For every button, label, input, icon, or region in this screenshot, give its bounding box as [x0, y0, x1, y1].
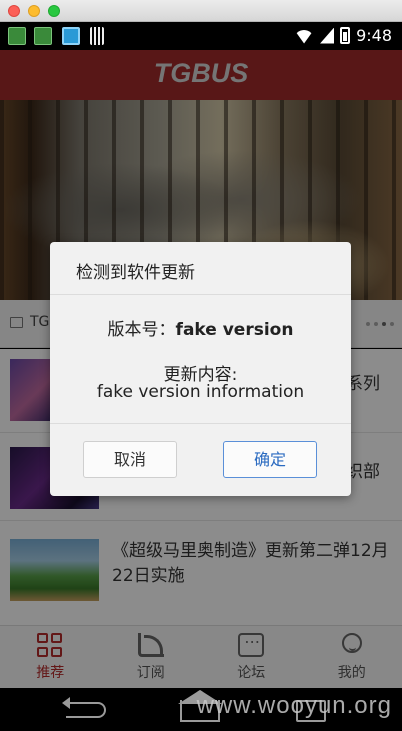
version-line: 版本号：fake version: [50, 315, 351, 340]
zoom-window-button[interactable]: [48, 5, 60, 17]
android-nav-bar: www.wooyun.org: [0, 688, 402, 731]
watermark: www.wooyun.org: [196, 692, 392, 719]
version-value: fake version: [175, 320, 294, 340]
wifi-icon: [294, 28, 314, 44]
dialog-title: 检测到软件更新: [76, 263, 195, 283]
version-label: 版本号：: [107, 320, 176, 340]
back-icon[interactable]: [62, 697, 106, 718]
dialog-divider: [50, 294, 351, 295]
emulator-window: 9:48 TGBUS TG 系列 织部 《超级马里奥制造》更新第二弹12月22日…: [0, 0, 402, 731]
android-status-bar: 9:48: [0, 22, 402, 50]
window-titlebar: [0, 0, 402, 22]
notification-app-icon: [34, 27, 52, 45]
cancel-button[interactable]: 取消: [83, 441, 177, 478]
signal-icon: [320, 27, 335, 44]
close-window-button[interactable]: [8, 5, 20, 17]
notification-cast-icon: [62, 27, 80, 45]
notification-barcode-icon: [90, 27, 104, 45]
dialog-divider: [50, 423, 351, 424]
notification-app-icon: [8, 27, 26, 45]
status-time: 9:48: [356, 26, 392, 45]
update-dialog: 检测到软件更新 版本号：fake version 更新内容: fake vers…: [50, 242, 351, 496]
update-content-value: fake version information: [96, 382, 305, 402]
battery-icon: [340, 27, 351, 44]
confirm-button[interactable]: 确定: [223, 441, 317, 478]
minimize-window-button[interactable]: [28, 5, 40, 17]
